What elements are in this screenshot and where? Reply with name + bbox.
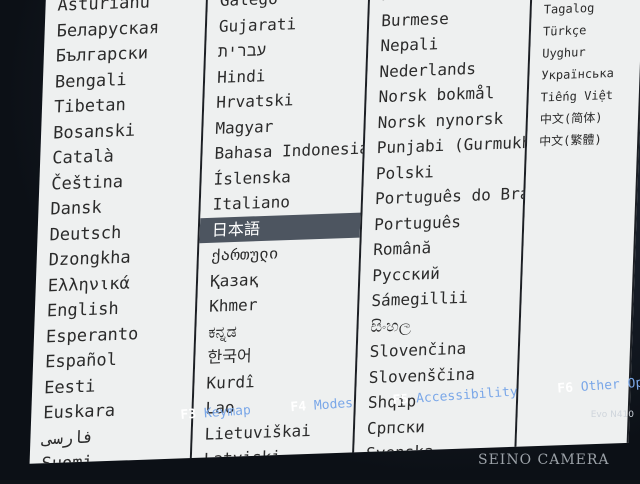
- f6-key: F6: [556, 380, 574, 397]
- language-column-1: Asturianu Беларуская Български Bengali Tibet…: [29, 0, 209, 464]
- language-option[interactable]: 中文(繁體): [527, 127, 638, 153]
- f4-key: F4: [290, 399, 307, 416]
- f3-label: Keymap: [203, 403, 252, 422]
- f3-key: F3: [180, 406, 197, 423]
- f5-key: F5: [392, 392, 409, 409]
- boot-screen: Asturianu Беларуская Български Bengali Tibet…: [0, 0, 640, 480]
- laptop-brand-label: Evo N410: [590, 410, 634, 420]
- watermark: SEINO CAMERA: [478, 452, 610, 468]
- language-column-2: GalegoGujaratiעבריתHindiHrvatskiMagyarBa…: [191, 0, 371, 459]
- f4-label: Modes: [313, 395, 354, 414]
